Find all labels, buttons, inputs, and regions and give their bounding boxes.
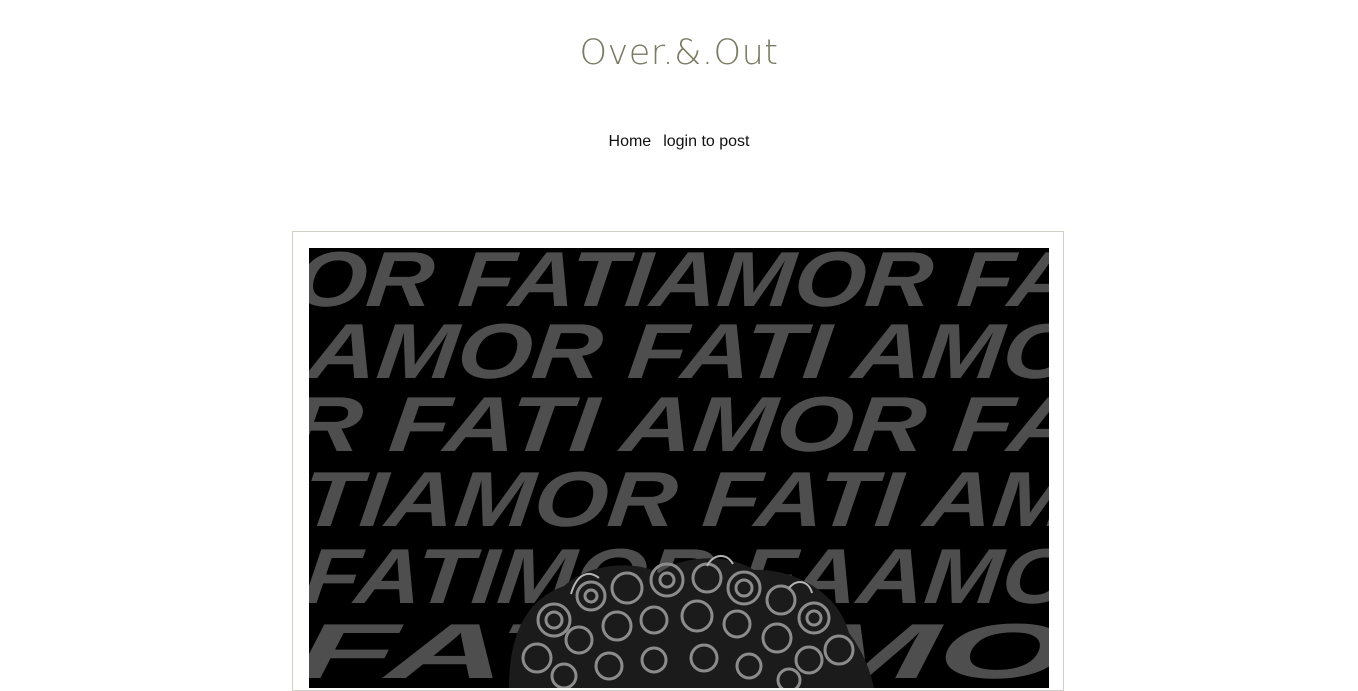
main-nav: Home login to post <box>0 131 1358 153</box>
post-image[interactable]: OR FATIAMOR FA AMOR FATI AMO R FATI AMOR… <box>309 248 1049 688</box>
nav-item-login-to-post[interactable]: login to post <box>663 133 749 150</box>
amor-fati-poster: OR FATIAMOR FA AMOR FATI AMO R FATI AMOR… <box>309 248 1049 688</box>
poster-line: TIAMOR FATI AM <box>309 455 1049 543</box>
nav-item-home[interactable]: Home <box>609 133 652 150</box>
post-card: OR FATIAMOR FA AMOR FATI AMO R FATI AMOR… <box>292 231 1064 691</box>
site-title[interactable]: Over.&.Out <box>0 30 1358 76</box>
site-header: Over.&.Out Home login to post <box>0 0 1358 150</box>
